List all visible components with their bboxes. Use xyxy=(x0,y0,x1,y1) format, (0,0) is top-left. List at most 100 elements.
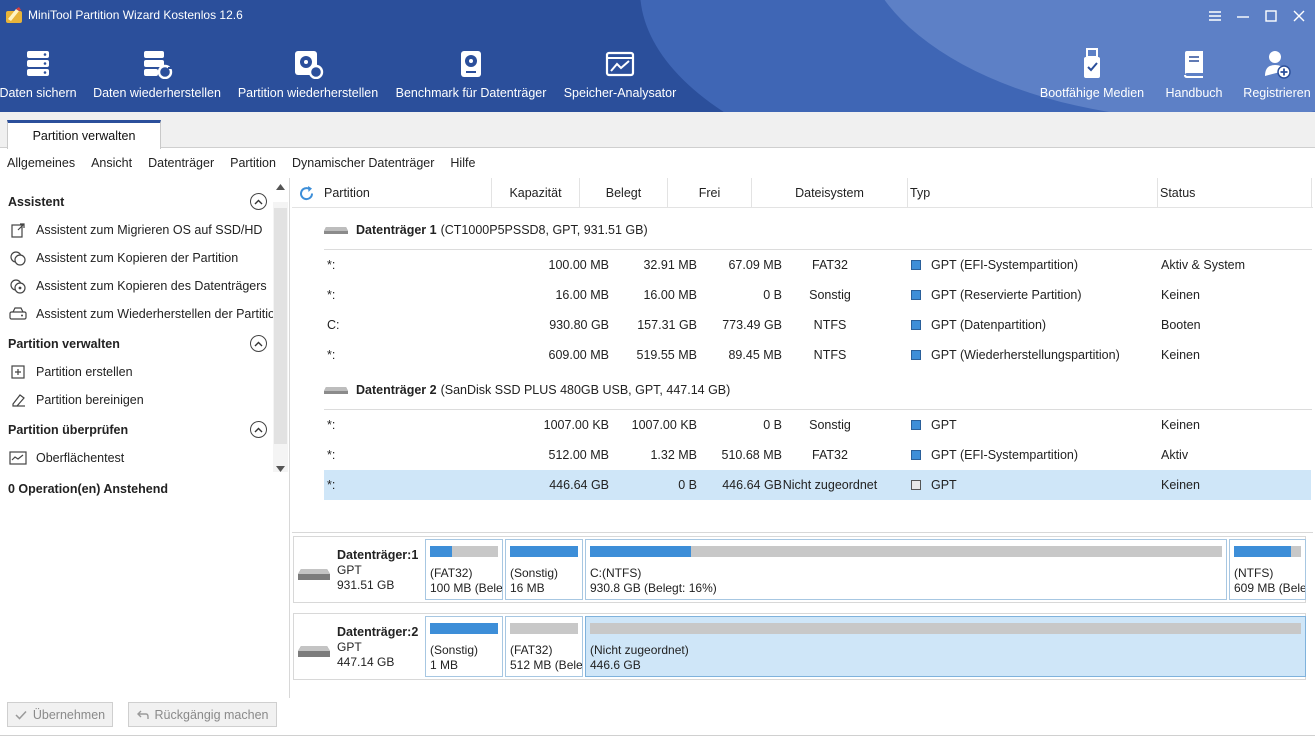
disk-map-partition[interactable]: (Sonstig) 1 MB xyxy=(425,616,503,677)
undo-label: Rückgängig machen xyxy=(154,707,269,722)
disk-map-type: GPT xyxy=(337,640,362,654)
menu-view[interactable]: Ansicht xyxy=(84,156,141,170)
apply-button[interactable]: Übernehmen xyxy=(7,702,113,727)
menu-partition[interactable]: Partition xyxy=(223,156,285,170)
cell-partition: C: xyxy=(327,318,340,332)
undo-button[interactable]: Rückgängig machen xyxy=(128,702,277,727)
tab-partition-management[interactable]: Partition verwalten xyxy=(7,120,161,149)
section-manage-title: Partition verwalten xyxy=(8,337,120,351)
col-used[interactable]: Belegt xyxy=(580,178,668,208)
cell-status: Keinen xyxy=(1161,348,1200,362)
col-capacity[interactable]: Kapazität xyxy=(492,178,580,208)
sidebar-item-surface-test[interactable]: Oberflächentest xyxy=(8,447,124,469)
table-row[interactable]: *: 16.00 MB 16.00 MB 0 B Sonstig GPT (Reservi… xyxy=(324,280,1311,310)
cell-capacity: 446.64 GB xyxy=(549,478,609,492)
disk-header-row[interactable]: Datenträger 2 (SanDisk SSD PLUS 480GB USB… xyxy=(324,370,1312,410)
table-row[interactable]: *: 609.00 MB 519.55 MB 89.45 MB NTFS GPT (Wie… xyxy=(324,340,1311,370)
disk-map-size: 447.14 GB xyxy=(337,655,395,669)
partition-type-swatch xyxy=(911,260,921,270)
disk-map-partition[interactable]: (FAT32) 100 MB (Bele xyxy=(425,539,503,600)
disk-benchmark-button[interactable]: Benchmark für Datenträger xyxy=(396,46,546,108)
collapse-manage-icon[interactable] xyxy=(250,335,267,352)
backup-label: Daten sichern xyxy=(0,86,77,100)
minimize-icon[interactable] xyxy=(1228,4,1258,28)
disk-map-partition[interactable]: (Nicht zugeordnet) 446.6 GB xyxy=(585,616,1306,677)
data-recovery-label: Daten wiederherstellen xyxy=(93,86,221,100)
usage-bar xyxy=(510,623,578,634)
menu-disk[interactable]: Datenträger xyxy=(141,156,223,170)
disk-header-row[interactable]: Datenträger 1 (CT1000P5PSSD8, GPT, 931.51… xyxy=(324,210,1312,250)
section-check-title: Partition überprüfen xyxy=(8,423,129,437)
bootable-media-button[interactable]: Bootfähige Medien xyxy=(1038,46,1146,108)
table-row[interactable]: C: 930.80 GB 157.31 GB 773.49 GB NTFS GPT (Da… xyxy=(324,310,1311,340)
sidebar-item-restore-partition[interactable]: Assistent zum Wiederherstellen der Parti… xyxy=(8,303,282,325)
usage-bar xyxy=(430,623,498,634)
sidebar-item-label: Assistent zum Kopieren der Partition xyxy=(36,251,239,265)
sidebar-item-migrate-os[interactable]: Assistent zum Migrieren OS auf SSD/HD xyxy=(8,219,262,241)
collapse-check-icon[interactable] xyxy=(250,421,267,438)
disk-map-partition[interactable]: (NTFS) 609 MB (Bele xyxy=(1229,539,1306,600)
cell-partition: *: xyxy=(327,418,336,432)
col-filesystem[interactable]: Dateisystem xyxy=(752,178,908,208)
close-icon[interactable] xyxy=(1284,4,1314,28)
scroll-down-icon[interactable] xyxy=(276,466,285,472)
scrollbar-thumb[interactable] xyxy=(274,208,287,444)
pending-operations: 0 Operation(en) Anstehend xyxy=(8,482,168,496)
bootable-media-icon xyxy=(1074,46,1110,82)
menu-help[interactable]: Hilfe xyxy=(443,156,484,170)
cell-fs: NTFS xyxy=(813,348,847,362)
table-row[interactable]: *: 512.00 MB 1.32 MB 510.68 MB FAT32 GPT (EFI… xyxy=(324,440,1311,470)
partition-size-label: 1 MB xyxy=(430,658,459,672)
disk-drive-icon xyxy=(324,227,348,234)
cell-fs: Sonstig xyxy=(809,418,851,432)
disk-name: Datenträger 1 xyxy=(356,223,437,237)
window-title: MiniTool Partition Wizard Kostenlos 12.6 xyxy=(28,8,243,22)
partition-recovery-button[interactable]: Partition wiederherstellen xyxy=(238,46,378,108)
col-type[interactable]: Typ xyxy=(908,178,1158,208)
col-status[interactable]: Status xyxy=(1158,178,1312,208)
sidebar-item-create-partition[interactable]: Partition erstellen xyxy=(8,361,133,383)
manual-button[interactable]: Handbuch xyxy=(1162,46,1226,108)
disk-map-info[interactable]: Datenträger:2 GPT 447.14 GB xyxy=(294,614,424,679)
backup-button[interactable]: Daten sichern xyxy=(0,46,77,108)
menu-dynamic-disk[interactable]: Dynamischer Datenträger xyxy=(285,156,443,170)
col-free[interactable]: Frei xyxy=(668,178,752,208)
disk-map-row[interactable]: Datenträger:1 GPT 931.51 GB (FAT32) 100 MB (… xyxy=(293,536,1306,603)
menu-general[interactable]: Allgemeines xyxy=(0,156,84,170)
table-row[interactable]: *: 100.00 MB 32.91 MB 67.09 MB FAT32 GPT (EFI… xyxy=(324,250,1311,280)
cell-fs: FAT32 xyxy=(812,258,848,272)
cell-capacity: 100.00 MB xyxy=(548,258,609,272)
sidebar-item-copy-disk[interactable]: Assistent zum Kopieren des Datenträgers xyxy=(8,275,267,297)
sidebar-item-wipe-partition[interactable]: Partition bereinigen xyxy=(8,389,144,411)
disk-map-partition[interactable]: C:(NTFS) 930.8 GB (Belegt: 16%) xyxy=(585,539,1227,600)
cell-capacity: 930.80 GB xyxy=(549,318,609,332)
partition-type-swatch xyxy=(911,320,921,330)
data-recovery-button[interactable]: Daten wiederherstellen xyxy=(93,46,221,108)
partition-size-label: 930.8 GB (Belegt: 16%) xyxy=(590,581,717,595)
maximize-icon[interactable] xyxy=(1256,4,1286,28)
cell-capacity: 16.00 MB xyxy=(555,288,609,302)
disk-map-info[interactable]: Datenträger:1 GPT 931.51 GB xyxy=(294,537,424,602)
scroll-up-icon[interactable] xyxy=(276,184,285,190)
disk-map-partition[interactable]: (FAT32) 512 MB (Bele xyxy=(505,616,583,677)
table-row[interactable]: *: 446.64 GB 0 B 446.64 GB Nicht zugeordnet G… xyxy=(324,470,1311,500)
disk-map-title: Datenträger:1 xyxy=(337,548,419,562)
disk-map-partition[interactable]: (Sonstig) 16 MB xyxy=(505,539,583,600)
col-partition[interactable]: Partition xyxy=(324,178,492,208)
collapse-wizard-icon[interactable] xyxy=(250,193,267,210)
sidebar-item-copy-partition[interactable]: Assistent zum Kopieren der Partition xyxy=(8,247,238,269)
cell-type-text: GPT xyxy=(931,418,957,432)
partition-type-swatch xyxy=(911,420,921,430)
sidebar-scrollbar[interactable] xyxy=(273,184,288,472)
cell-used: 1.32 MB xyxy=(650,448,697,462)
refresh-icon[interactable] xyxy=(298,185,315,202)
cell-status: Keinen xyxy=(1161,478,1200,492)
menu-icon[interactable] xyxy=(1200,4,1230,28)
table-row[interactable]: *: 1007.00 KB 1007.00 KB 0 B Sonstig GPT Keine… xyxy=(324,410,1311,440)
disk-benchmark-label: Benchmark für Datenträger xyxy=(395,86,547,100)
apply-label: Übernehmen xyxy=(32,707,106,722)
space-analyzer-button[interactable]: Speicher-Analysator xyxy=(564,46,676,108)
cell-type-text: GPT (Reservierte Partition) xyxy=(931,288,1082,302)
disk-map-row[interactable]: Datenträger:2 GPT 447.14 GB (Sonstig) 1 MB (F… xyxy=(293,613,1306,680)
register-button[interactable]: Registrieren xyxy=(1242,46,1312,108)
